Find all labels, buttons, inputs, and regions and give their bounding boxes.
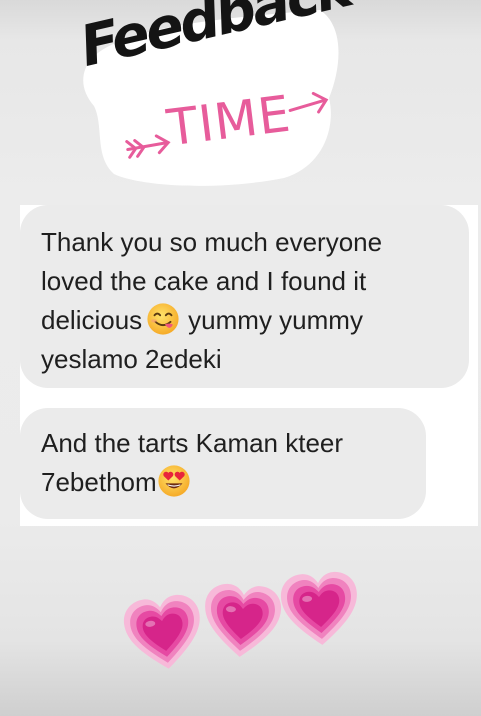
message-bubble-2: And the tarts Kaman kteer 7ebethom [20,408,426,519]
sticker-word-time: TIME [163,84,295,158]
growing-hearts-row [123,571,364,675]
growing-heart-icon [123,594,200,669]
chat-screenshot-panel: Thank you so much everyone loved the cak… [20,205,478,526]
message-2-line-1: And the tarts Kaman kteer [41,428,344,458]
arrow-right-icon [288,91,329,114]
message-1-line-3: delicious yummy yummy [41,301,459,340]
message-1-line-2: loved the cake and I found it [41,266,367,296]
message-1-word-delicious: delicious [41,305,143,335]
message-1-words-yummy: yummy yummy [188,305,363,335]
savoring-food-emoji-icon [147,303,179,335]
message-2-line-2: 7ebethom [41,463,416,502]
message-1-line-4: yeslamo 2edeki [41,344,222,374]
message-bubble-1: Thank you so much everyone loved the cak… [20,205,469,388]
message-1-line-1: Thank you so much everyone [41,227,383,257]
heart-eyes-emoji-icon [158,465,190,497]
message-2-word-7ebethom: 7ebethom [41,467,157,497]
feedback-time-sticker: Feedback TIME [74,0,356,186]
growing-heart-icon [280,571,357,645]
arrow-left-icon [125,134,171,159]
growing-heart-icon [205,583,282,657]
